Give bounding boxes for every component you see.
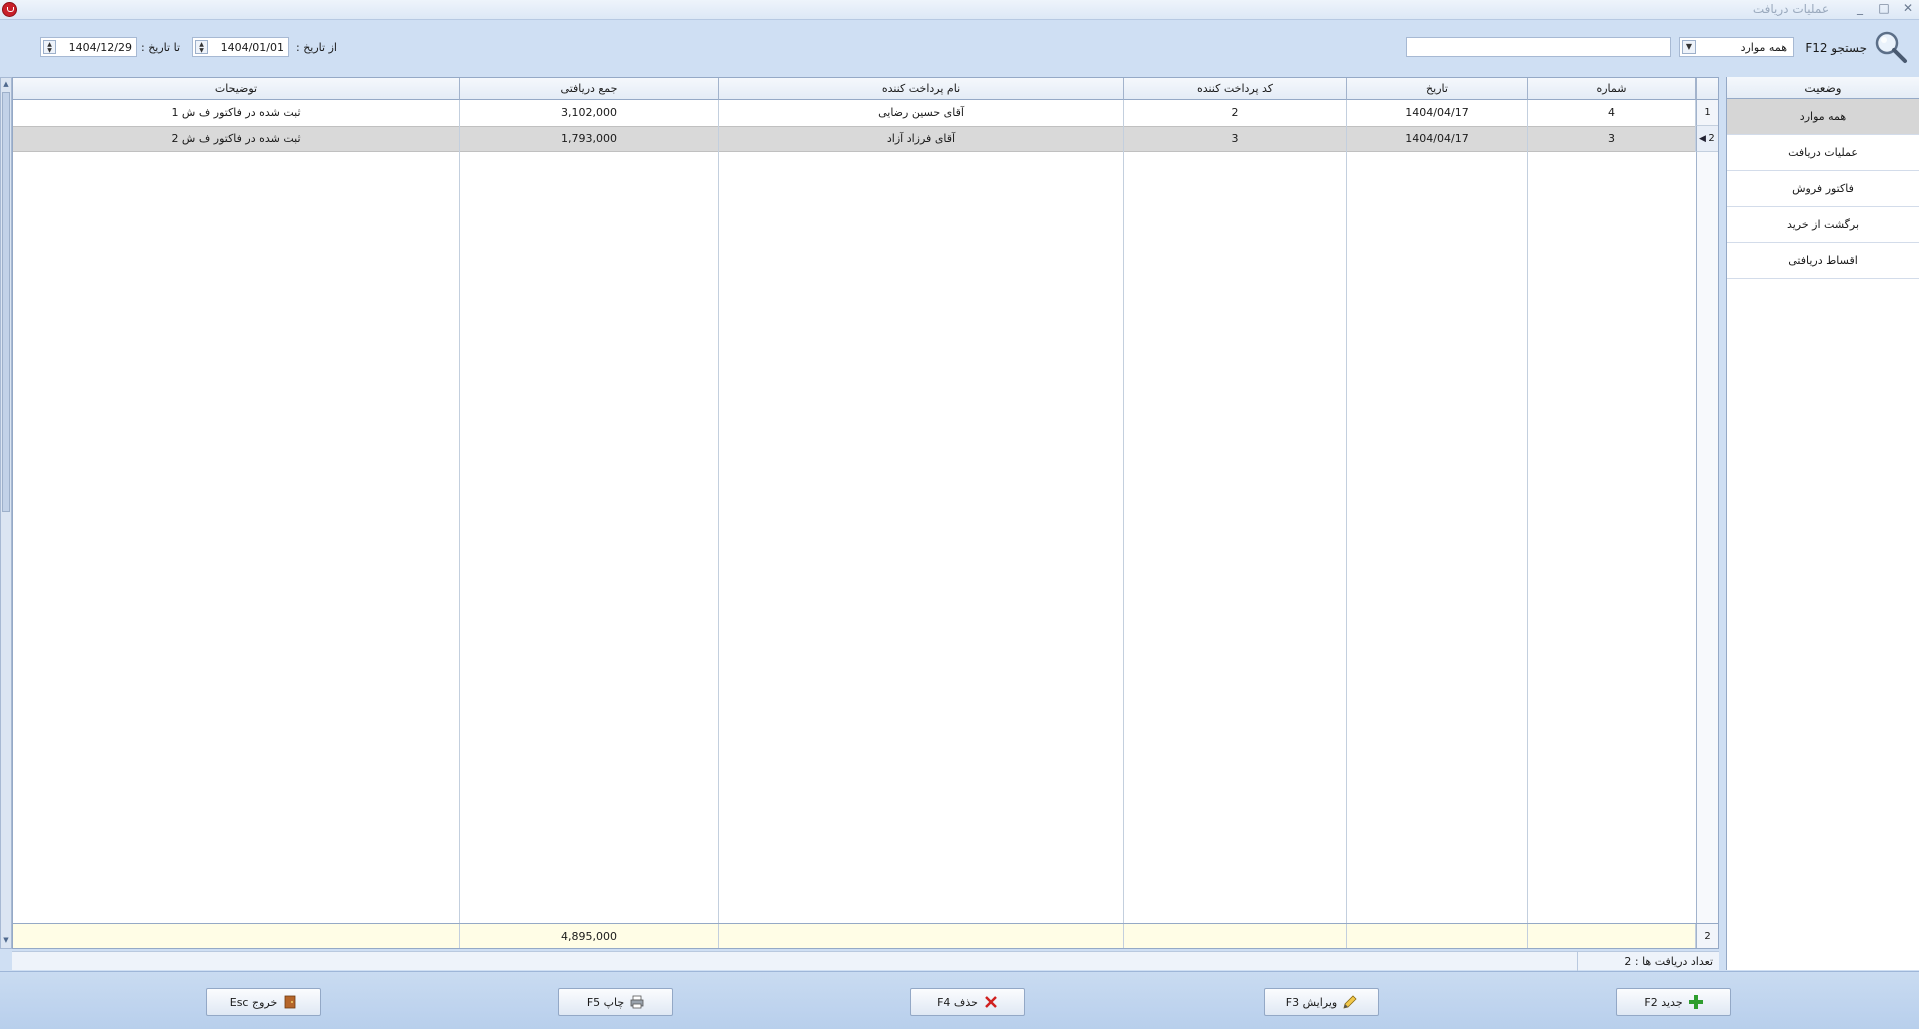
footer-count: 2 bbox=[1696, 924, 1718, 948]
chevron-down-icon[interactable]: ▼ bbox=[1682, 40, 1696, 54]
to-date-value: 1404/12/29 bbox=[68, 41, 132, 54]
footer-cell bbox=[1528, 924, 1696, 948]
sidebar-item-all[interactable]: همه موارد bbox=[1727, 99, 1919, 135]
row-number: 2 bbox=[1708, 133, 1715, 144]
footer-cell bbox=[719, 924, 1124, 948]
receipts-grid: شماره تاریخ کد پرداخت کننده نام پرداخت ک… bbox=[12, 77, 1719, 949]
column-divider bbox=[1346, 100, 1347, 948]
row-indicator[interactable]: ◀ 2 bbox=[1696, 126, 1718, 152]
search-toolbar: جستجو F12 همه موارد ▼ از تاریخ : 1404/01… bbox=[0, 20, 1919, 76]
pencil-icon bbox=[1343, 995, 1357, 1009]
to-date-label: تا تاریخ : bbox=[141, 41, 180, 54]
column-header-description[interactable]: توضیحات bbox=[13, 78, 460, 100]
status-bar: تعداد دریافت ها : 2 bbox=[12, 951, 1719, 971]
cell-number[interactable]: 3 bbox=[1528, 126, 1696, 152]
magnifier-icon[interactable] bbox=[1873, 29, 1909, 65]
row-number: 1 bbox=[1704, 107, 1711, 118]
plus-icon bbox=[1688, 995, 1703, 1009]
edit-button[interactable]: ویرایش F3 bbox=[1264, 988, 1379, 1016]
window-title: عملیات دریافت bbox=[1752, 2, 1829, 16]
search-input[interactable] bbox=[1406, 37, 1671, 57]
cell-payer-name[interactable]: آقای فرزاد آزاد bbox=[719, 126, 1124, 152]
sidebar-title: وضعیت bbox=[1727, 77, 1919, 99]
action-bar: جدید F2 ویرایش F3 حذف F4 چاپ F5 خروج Esc bbox=[0, 971, 1919, 1029]
current-row-arrow-icon: ◀ bbox=[1699, 134, 1706, 144]
cell-payer-name[interactable]: آقای حسین رضایی bbox=[719, 100, 1124, 126]
to-date-field[interactable]: 1404/12/29 ▲ ▼ bbox=[40, 37, 137, 57]
footer-cell bbox=[13, 924, 460, 948]
search-label: جستجو F12 bbox=[1805, 41, 1867, 55]
from-date-field[interactable]: 1404/01/01 ▲ ▼ bbox=[192, 37, 289, 57]
filter-select-value: همه موارد bbox=[1740, 41, 1787, 54]
spinner-icon[interactable]: ▲ ▼ bbox=[195, 40, 208, 54]
column-divider bbox=[1123, 100, 1124, 948]
footer-cell bbox=[1347, 924, 1528, 948]
minimize-icon[interactable]: _ bbox=[1853, 1, 1867, 15]
column-header-payer-code[interactable]: کد پرداخت کننده bbox=[1124, 78, 1347, 100]
vertical-scrollbar[interactable]: ▲ ▼ bbox=[0, 77, 12, 949]
cell-payer-code[interactable]: 3 bbox=[1124, 126, 1347, 152]
printer-icon bbox=[630, 995, 644, 1009]
x-icon bbox=[985, 996, 997, 1008]
from-date-value: 1404/01/01 bbox=[220, 41, 284, 54]
sidebar-item-purchase-return[interactable]: برگشت از خرید bbox=[1727, 207, 1919, 243]
print-button-label: چاپ F5 bbox=[586, 995, 625, 1009]
scroll-thumb[interactable] bbox=[2, 92, 10, 512]
cell-number[interactable]: 4 bbox=[1528, 100, 1696, 126]
from-date-label: از تاریخ : bbox=[296, 41, 337, 54]
print-button[interactable]: چاپ F5 bbox=[558, 988, 673, 1016]
delete-button[interactable]: حذف F4 bbox=[910, 988, 1025, 1016]
column-header-date[interactable]: تاریخ bbox=[1347, 78, 1528, 100]
column-divider bbox=[718, 100, 719, 948]
filter-select[interactable]: همه موارد ▼ bbox=[1679, 37, 1794, 57]
cell-description[interactable]: ثبت شده در فاکتور ف ش 1 bbox=[13, 100, 460, 126]
exit-button[interactable]: خروج Esc bbox=[206, 988, 321, 1016]
cell-date[interactable]: 1404/04/17 bbox=[1347, 126, 1528, 152]
new-button[interactable]: جدید F2 bbox=[1616, 988, 1731, 1016]
row-indicator-header bbox=[1696, 78, 1718, 100]
close-icon[interactable]: ✕ bbox=[1901, 1, 1915, 15]
receipt-count: تعداد دریافت ها : 2 bbox=[1577, 952, 1717, 971]
column-divider bbox=[1527, 100, 1528, 948]
footer-cell bbox=[1124, 924, 1347, 948]
maximize-icon[interactable]: □ bbox=[1877, 1, 1891, 15]
title-bar: عملیات دریافت _ □ ✕ bbox=[0, 0, 1919, 20]
sidebar-item-sales-invoice[interactable]: فاکتور فروش bbox=[1727, 171, 1919, 207]
totals-row: 4,895,000 2 bbox=[13, 923, 1718, 948]
exit-button-label: خروج Esc bbox=[229, 995, 278, 1009]
new-button-label: جدید F2 bbox=[1644, 995, 1683, 1009]
row-indicator-column bbox=[1696, 100, 1718, 948]
status-sidebar: وضعیت همه موارد عملیات دریافت فاکتور فرو… bbox=[1726, 77, 1919, 970]
delete-button-label: حذف F4 bbox=[937, 995, 978, 1009]
door-icon bbox=[284, 995, 296, 1009]
cell-total[interactable]: 1,793,000 bbox=[460, 126, 719, 152]
column-header-number[interactable]: شماره bbox=[1528, 78, 1696, 100]
window-controls: _ □ ✕ bbox=[1853, 1, 1915, 15]
column-divider bbox=[459, 100, 460, 948]
edit-button-label: ویرایش F3 bbox=[1285, 995, 1338, 1009]
sidebar-item-receipts[interactable]: عملیات دریافت bbox=[1727, 135, 1919, 171]
footer-total: 4,895,000 bbox=[460, 924, 719, 948]
row-indicator[interactable]: 1 bbox=[1696, 100, 1718, 126]
spinner-icon[interactable]: ▲ ▼ bbox=[43, 40, 56, 54]
app-logo-icon[interactable] bbox=[2, 2, 17, 17]
scroll-up-icon[interactable]: ▲ bbox=[2, 80, 10, 90]
scroll-down-icon[interactable]: ▼ bbox=[2, 936, 10, 946]
column-header-total[interactable]: جمع دریافتی bbox=[460, 78, 719, 100]
cell-payer-code[interactable]: 2 bbox=[1124, 100, 1347, 126]
sidebar-item-installments[interactable]: اقساط دریافتی bbox=[1727, 243, 1919, 279]
cell-description[interactable]: ثبت شده در فاکتور ف ش 2 bbox=[13, 126, 460, 152]
cell-date[interactable]: 1404/04/17 bbox=[1347, 100, 1528, 126]
column-header-payer-name[interactable]: نام پرداخت کننده bbox=[719, 78, 1124, 100]
cell-total[interactable]: 3,102,000 bbox=[460, 100, 719, 126]
